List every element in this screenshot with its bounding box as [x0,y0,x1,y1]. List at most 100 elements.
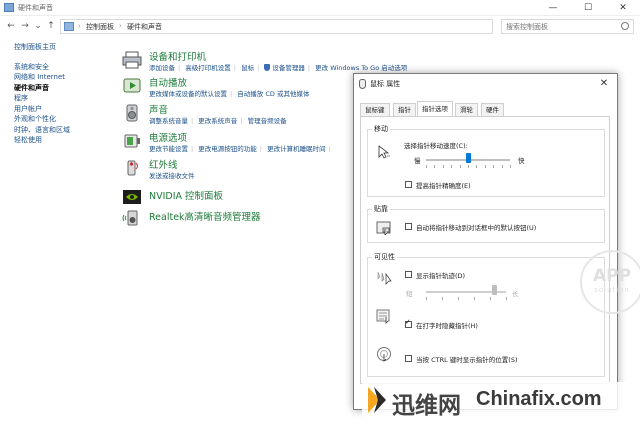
precision-checkbox[interactable] [405,181,412,188]
slider-tick [442,165,444,168]
category-title[interactable]: Realtek高清晰音频管理器 [149,209,261,223]
motion-group: 移动 选择指针移动速度(C): 慢 快 提高指针精确度(E) [367,124,605,197]
dialog-close-button[interactable]: ✕ [597,77,611,91]
dialog-title: 鼠标 属性 [370,80,401,88]
tab-wheel[interactable]: 滑轮 [455,103,478,116]
minimize-button[interactable]: — [536,0,570,16]
slider-tick [451,165,453,168]
window-title: 硬件和声音 [18,4,53,12]
search-input[interactable] [506,21,618,33]
printer-icon [122,51,142,69]
tab-panel-pointer-options: 移动 选择指针移动速度(C): 慢 快 提高指针精确度(E) 贴靠 自动将指针移… [360,116,610,384]
breadcrumb-separator: › [119,22,122,30]
search-icon[interactable] [621,22,629,30]
tab-pointer-options[interactable]: 指针选项 [417,101,453,116]
up-icon[interactable]: ↑ [46,21,56,31]
precision-label[interactable]: 提高指针精确度(E) [416,180,471,190]
pointer-trails-icon [377,271,392,285]
long-label: 长 [512,290,519,298]
trails-label[interactable]: 显示指针轨迹(D) [416,270,465,280]
category-title[interactable]: 声音 [149,102,168,116]
back-icon[interactable]: ← [6,21,16,31]
category-title[interactable]: NVIDIA 控制面板 [149,188,223,202]
ctrl-location-label[interactable]: 当按 CTRL 键时显示指针的位置(S) [416,354,517,364]
category-links: 更改媒体或设备的默认设置 | 自动播放 CD 或其他媒体 [149,90,310,98]
brand-english: Chinafix.com [476,388,602,410]
category-title[interactable]: 电源选项 [149,130,187,144]
recent-locations-icon[interactable]: ⌄ [33,21,43,31]
infrared-icon [127,160,138,176]
ctrl-location-checkbox[interactable] [405,355,412,362]
sidebar-item-home[interactable]: 控制面板主页 [14,42,114,53]
snap-to-group: 贴靠 自动将指针移动到对话框中的默认按钮(U) [367,204,605,243]
speed-slider-thumb[interactable] [465,153,471,163]
link-sleep-time[interactable]: 更改计算机睡眠时间 [267,145,326,153]
category-links: 添加设备 | 高级打印机设置 | 鼠标 | 设备管理器 | 更改 Windows To … [149,64,408,72]
snap-to-label[interactable]: 自动将指针移动到对话框中的默认按钮(U) [416,222,536,232]
trail-length-slider-thumb [491,285,497,295]
link-media-defaults[interactable]: 更改媒体或设备的默认设置 [149,90,227,98]
sidebar-item-programs[interactable]: 程序 [14,93,114,104]
link-advanced-printer[interactable]: 高级打印机设置 [185,64,231,72]
link-mouse[interactable]: 鼠标 [241,64,254,72]
link-device-manager[interactable]: 设备管理器 [272,64,305,72]
slider-tick [426,165,427,168]
breadcrumb-hardware-sound[interactable]: 硬件和声音 [127,22,162,32]
trails-checkbox[interactable] [405,271,412,278]
link-send-receive-files[interactable]: 发送或接收文件 [149,172,195,180]
link-audio-devices[interactable]: 管理音频设备 [248,117,287,125]
tab-hardware[interactable]: 硬件 [481,103,504,116]
hide-pointer-icon [376,309,390,324]
category-title[interactable]: 红外线 [149,157,178,171]
link-adjust-volume[interactable]: 调整系统音量 [149,117,188,125]
chinafix-logo-icon [368,387,386,413]
hide-while-typing-label[interactable]: 在打字时隐藏指针(H) [416,320,478,330]
category-links: 更改节能设置 | 更改电源按钮的功能 | 更改计算机睡眠时间 | [149,145,331,153]
dialog-title-bar[interactable]: 鼠标 属性 ✕ [354,74,617,94]
snap-to-checkbox[interactable] [405,223,412,230]
visibility-group: 可见性 显示指针轨迹(D) 短 长 在打字时隐藏指针(H) [367,252,605,377]
nvidia-icon [123,190,141,204]
slider-tick [490,297,491,300]
hide-while-typing-checkbox[interactable] [405,318,412,328]
sidebar-item-clock-region[interactable]: 时钟、语言和区域 [14,125,114,136]
mouse-properties-dialog: 鼠标 属性 ✕ 鼠标键 指针 指针选项 滑轮 硬件 移动 选择指针移动速度(C)… [353,73,618,410]
tab-pointers[interactable]: 指针 [393,103,416,116]
sidebar-item-network[interactable]: 网络和 Internet [14,72,114,83]
address-bar[interactable]: › 控制面板 › 硬件和声音 [60,19,493,34]
sidebar-item-appearance[interactable]: 外观和个性化 [14,114,114,125]
brand-chinese: 迅维网 [392,393,461,419]
close-button[interactable]: ✕ [606,0,640,16]
link-autoplay-cd[interactable]: 自动播放 CD 或其他媒体 [237,90,309,98]
watermark-solution-text: solution [594,286,630,294]
short-label: 短 [406,290,413,298]
search-box[interactable] [501,19,634,34]
sidebar-item-ease-of-access[interactable]: 轻松使用 [14,135,114,146]
slider-tick [459,165,461,168]
tab-buttons[interactable]: 鼠标键 [360,103,390,116]
link-power-button[interactable]: 更改电源按钮的功能 [198,145,257,153]
sidebar-item-system-security[interactable]: 系统和安全 [14,62,114,73]
sidebar-item-user-accounts[interactable]: 用户帐户 [14,104,114,115]
forward-icon[interactable]: → [20,21,30,31]
link-windows-to-go[interactable]: 更改 Windows To Go 启动选项 [315,64,407,72]
category-title[interactable]: 设备和打印机 [149,49,206,63]
maximize-button[interactable]: ☐ [571,0,605,16]
visibility-group-label: 可见性 [372,252,397,262]
mouse-icon [359,79,366,89]
link-add-device[interactable]: 添加设备 [149,64,175,72]
breadcrumb-control-panel[interactable]: 控制面板 [86,22,114,32]
slider-tick [434,165,436,168]
slider-tick [493,165,495,168]
slow-label: 慢 [414,157,421,165]
link-system-sounds[interactable]: 更改系统声音 [198,117,237,125]
tab-strip: 鼠标键 指针 指针选项 滑轮 硬件 [360,101,610,116]
slider-tick [484,165,486,168]
link-power-saving[interactable]: 更改节能设置 [149,145,188,153]
watermark-app-text: APP [592,266,632,286]
snap-to-icon [376,221,391,235]
shield-icon [264,64,271,71]
pointer-motion-icon [378,145,390,159]
category-title[interactable]: 自动播放 [149,75,187,89]
category-links: 发送或接收文件 [149,170,195,180]
